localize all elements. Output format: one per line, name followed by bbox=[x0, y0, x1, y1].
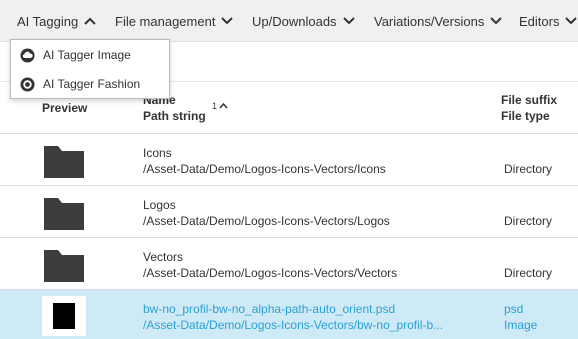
chevron-down-icon bbox=[565, 17, 578, 25]
table-row[interactable]: Icons /Asset-Data/Demo/Logos-Icons-Vecto… bbox=[0, 134, 578, 186]
row-type: Directory bbox=[504, 162, 553, 176]
chevron-up-icon bbox=[84, 17, 96, 25]
chevron-down-icon bbox=[221, 17, 234, 25]
top-menu-bar: AI Tagging File management Up/Downloads … bbox=[0, 0, 578, 42]
row-suffix: psd bbox=[504, 302, 524, 316]
menu-item-label: AI Tagger Fashion bbox=[43, 77, 141, 91]
sort-indicator[interactable]: 1 bbox=[212, 101, 228, 111]
cloud-icon bbox=[20, 48, 35, 63]
folder-icon bbox=[42, 142, 86, 180]
row-name: Logos bbox=[143, 198, 176, 212]
row-path: /Asset-Data/Demo/Logos-Icons-Vectors/Ico… bbox=[143, 162, 386, 176]
menu-up-downloads[interactable]: Up/Downloads bbox=[252, 0, 355, 42]
menu-item-label: AI Tagger Image bbox=[43, 48, 131, 62]
row-type: Directory bbox=[504, 214, 553, 228]
row-path: /Asset-Data/Demo/Logos-Icons-Vectors/bw-… bbox=[143, 318, 444, 332]
menu-editors-label: Editors bbox=[519, 13, 560, 29]
sort-index: 1 bbox=[212, 101, 218, 111]
menu-editors[interactable]: Editors bbox=[519, 0, 578, 42]
table-row[interactable]: Logos /Asset-Data/Demo/Logos-Icons-Vecto… bbox=[0, 186, 578, 238]
table-row-selected[interactable]: bw-no_profil-bw-no_alpha-path-auto_orien… bbox=[0, 290, 578, 339]
menu-file-management-label: File management bbox=[115, 13, 216, 29]
menu-up-downloads-label: Up/Downloads bbox=[252, 13, 337, 29]
row-type: Directory bbox=[504, 266, 553, 280]
sort-ascending-icon bbox=[219, 101, 228, 111]
row-name: Vectors bbox=[143, 250, 184, 264]
column-header-preview[interactable]: Preview bbox=[42, 101, 87, 115]
menu-item-ai-tagger-image[interactable]: AI Tagger Image bbox=[11, 41, 169, 69]
row-type: Image bbox=[504, 318, 538, 332]
ai-tagging-dropdown: AI Tagger Image AI Tagger Fashion bbox=[10, 39, 170, 99]
chevron-down-icon bbox=[490, 17, 503, 25]
target-icon bbox=[20, 77, 35, 92]
folder-icon bbox=[42, 194, 86, 232]
menu-variations-versions[interactable]: Variations/Versions bbox=[374, 0, 503, 42]
menu-ai-tagging-label: AI Tagging bbox=[17, 13, 79, 29]
menu-file-management[interactable]: File management bbox=[115, 0, 234, 42]
row-path: /Asset-Data/Demo/Logos-Icons-Vectors/Log… bbox=[143, 214, 390, 228]
menu-ai-tagging[interactable]: AI Tagging bbox=[17, 0, 96, 42]
row-path: /Asset-Data/Demo/Logos-Icons-Vectors/Vec… bbox=[143, 266, 398, 280]
column-header-path[interactable]: Path string bbox=[143, 109, 206, 123]
column-header-type[interactable]: File type bbox=[501, 109, 550, 123]
image-thumbnail bbox=[42, 296, 86, 336]
menu-variations-versions-label: Variations/Versions bbox=[374, 13, 485, 29]
table-row[interactable]: Vectors /Asset-Data/Demo/Logos-Icons-Vec… bbox=[0, 238, 578, 290]
row-name: bw-no_profil-bw-no_alpha-path-auto_orien… bbox=[143, 302, 396, 316]
row-name: Icons bbox=[143, 146, 172, 160]
column-header-suffix[interactable]: File suffix bbox=[501, 93, 557, 107]
chevron-down-icon bbox=[342, 17, 355, 25]
thumbnail-content bbox=[53, 303, 75, 329]
folder-icon bbox=[42, 246, 86, 284]
menu-item-ai-tagger-fashion[interactable]: AI Tagger Fashion bbox=[11, 70, 169, 98]
